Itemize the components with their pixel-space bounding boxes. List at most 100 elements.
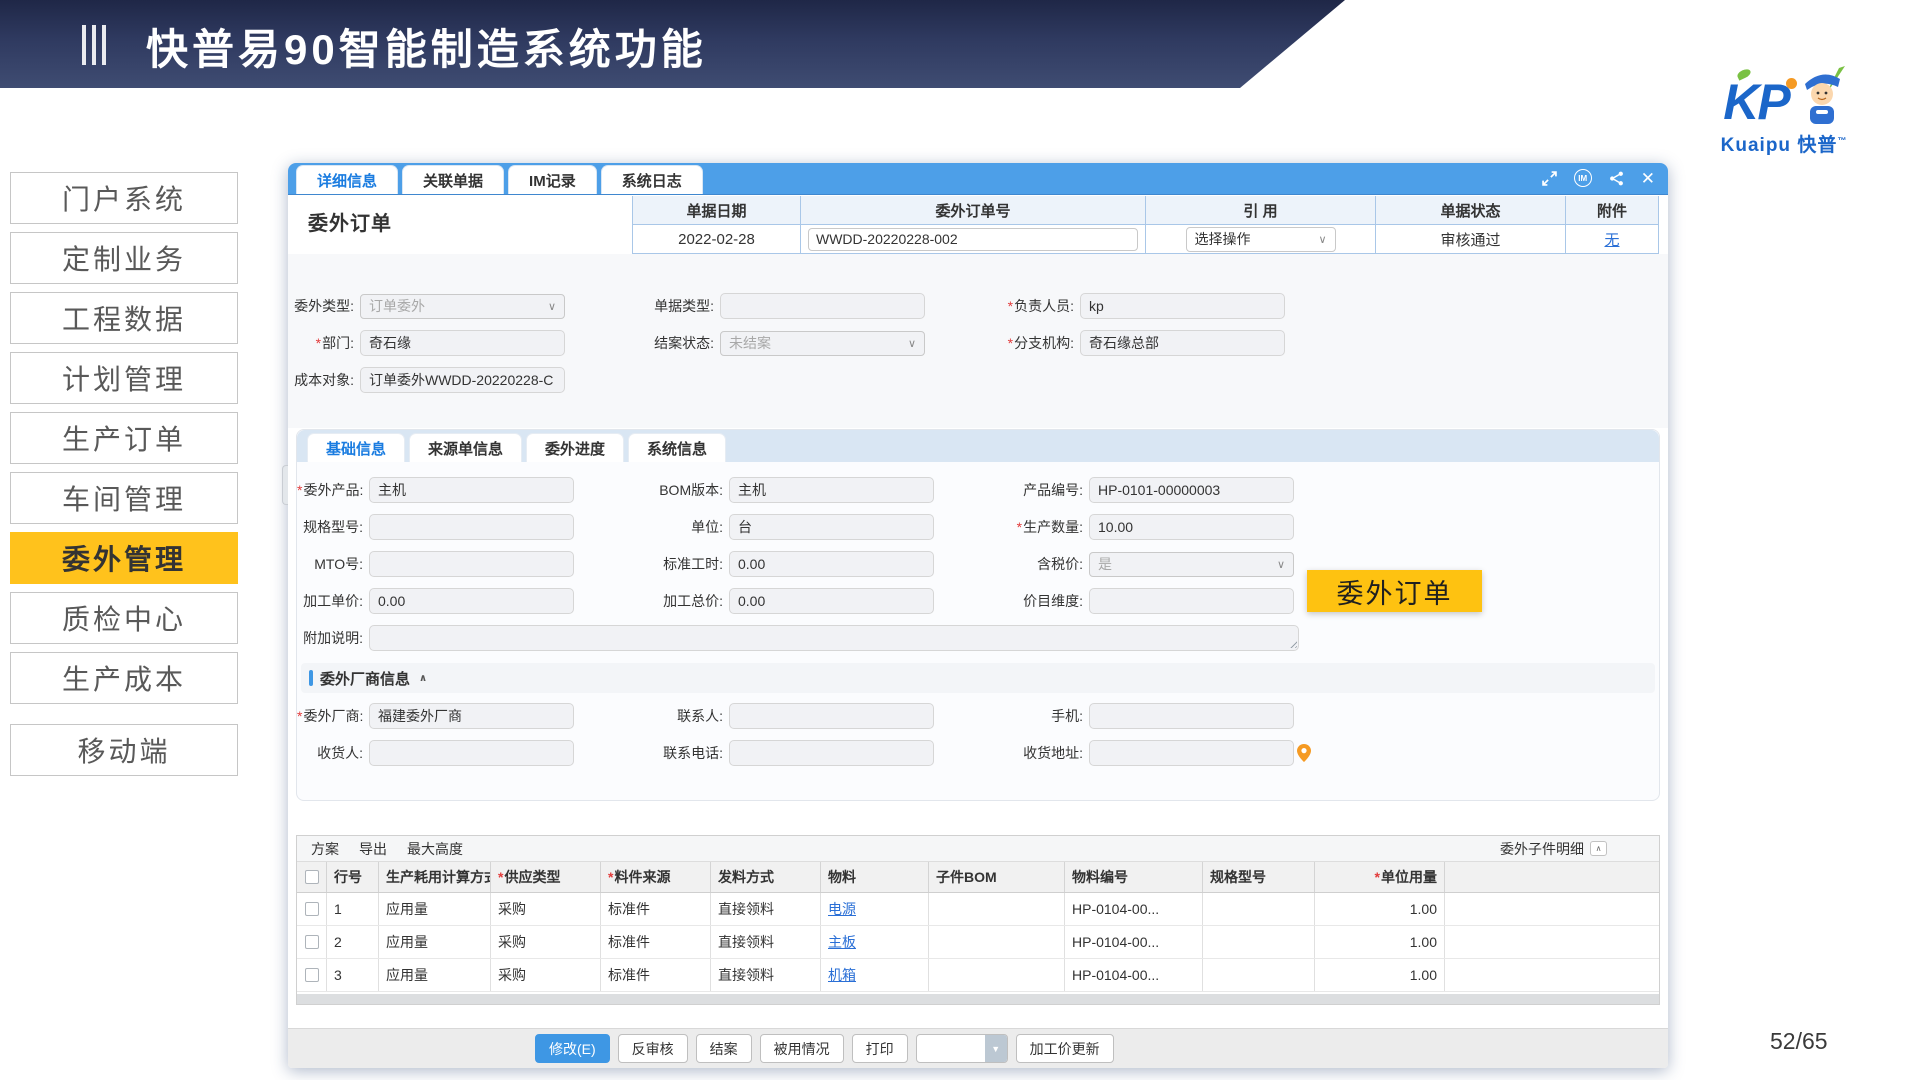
field-label: BOM版本: xyxy=(574,480,729,500)
grid-cell: 1.00 xyxy=(1315,926,1445,958)
detail-tab[interactable]: 基础信息 xyxy=(307,433,405,462)
grid-cell: 1.00 xyxy=(1315,893,1445,925)
field-select[interactable]: 未结案∨ xyxy=(720,331,925,356)
orange-dot-icon xyxy=(1786,78,1797,89)
field-input[interactable] xyxy=(729,588,934,614)
select-all-checkbox[interactable] xyxy=(305,870,319,884)
form-field: 单位: xyxy=(574,514,934,540)
field-input[interactable] xyxy=(360,367,565,393)
material-link[interactable]: 电源 xyxy=(828,899,856,919)
detail-tab[interactable]: 委外进度 xyxy=(526,433,624,462)
base-info-body: *委外产品:BOM版本:产品编号:规格型号:单位:*生产数量:MTO号:标准工时… xyxy=(297,462,1659,767)
field-input[interactable] xyxy=(1089,703,1294,729)
location-pin-icon[interactable] xyxy=(1297,744,1311,762)
window-tab[interactable]: 系统日志 xyxy=(601,165,703,194)
field-input[interactable] xyxy=(729,740,934,766)
field-input[interactable] xyxy=(369,551,574,577)
print-template-select[interactable]: ▼ xyxy=(916,1034,1008,1063)
action-button[interactable]: 打印 xyxy=(852,1034,908,1063)
fullscreen-icon[interactable] xyxy=(1542,171,1557,186)
header-column-label: 引 用 xyxy=(1146,196,1376,225)
field-input[interactable] xyxy=(1089,740,1294,766)
detail-tab[interactable]: 来源单信息 xyxy=(409,433,522,462)
attachment-link[interactable]: 无 xyxy=(1604,229,1619,250)
field-input[interactable] xyxy=(720,293,925,319)
collapse-grid-button[interactable]: ∧ xyxy=(1590,841,1607,856)
sidebar-item[interactable]: 生产成本 xyxy=(10,652,238,704)
grid-cell xyxy=(929,959,1065,991)
field-label: 联系人: xyxy=(574,706,729,726)
field-input[interactable] xyxy=(1080,330,1285,356)
action-button[interactable]: 被用情况 xyxy=(760,1034,844,1063)
action-button[interactable]: 反审核 xyxy=(618,1034,688,1063)
field-input[interactable] xyxy=(1089,477,1294,503)
form-field: 收货人: xyxy=(297,740,574,766)
field-input[interactable] xyxy=(1089,514,1294,540)
field-input[interactable] xyxy=(1080,293,1285,319)
sidebar-item[interactable]: 生产订单 xyxy=(10,412,238,464)
horizontal-scrollbar[interactable] xyxy=(297,994,1659,1004)
sidebar-item[interactable]: 门户系统 xyxy=(10,172,238,224)
grid-cell: 直接领料 xyxy=(711,926,821,958)
row-checkbox[interactable] xyxy=(305,902,319,916)
field-select[interactable]: 是∨ xyxy=(1089,552,1294,577)
reference-select[interactable]: 选择操作∨ xyxy=(1186,227,1336,252)
form-field: 规格型号: xyxy=(297,514,574,540)
sidebar-item[interactable]: 计划管理 xyxy=(10,352,238,404)
vendor-section-header[interactable]: 委外厂商信息 ∧ xyxy=(301,663,1655,693)
grid-cell: 应用量 xyxy=(379,926,491,958)
form-field: 附加说明: xyxy=(297,625,1299,651)
grid-cell xyxy=(1203,926,1315,958)
grid-cell: 直接领料 xyxy=(711,893,821,925)
sidebar-item[interactable]: 车间管理 xyxy=(10,472,238,524)
field-label: *委外产品: xyxy=(297,480,369,500)
field-input[interactable] xyxy=(729,514,934,540)
grid-cell: 标准件 xyxy=(601,959,711,991)
panel-handle[interactable] xyxy=(282,465,288,505)
close-icon[interactable]: ✕ xyxy=(1641,170,1655,187)
field-input[interactable] xyxy=(369,625,1299,651)
sidebar-item[interactable]: 定制业务 xyxy=(10,232,238,284)
share-icon[interactable] xyxy=(1609,171,1624,186)
sidebar: 门户系统定制业务工程数据计划管理生产订单车间管理委外管理质检中心生产成本移动端 xyxy=(10,172,238,776)
order-no-input[interactable] xyxy=(808,228,1138,251)
field-input[interactable] xyxy=(369,514,574,540)
row-checkbox[interactable] xyxy=(305,935,319,949)
grid-toolbar-button[interactable]: 最大高度 xyxy=(407,839,463,859)
action-button[interactable]: 加工价更新 xyxy=(1016,1034,1114,1063)
field-input[interactable] xyxy=(369,588,574,614)
action-button[interactable]: 结案 xyxy=(696,1034,752,1063)
field-label: 成本对象: xyxy=(288,370,360,390)
window-tab[interactable]: IM记录 xyxy=(508,165,597,194)
field-input[interactable] xyxy=(1089,588,1294,614)
sidebar-item[interactable]: 移动端 xyxy=(10,724,238,776)
sidebar-item[interactable]: 工程数据 xyxy=(10,292,238,344)
action-button[interactable]: 修改(E) xyxy=(535,1034,610,1063)
field-input[interactable] xyxy=(729,551,934,577)
sidebar-item[interactable]: 委外管理 xyxy=(10,532,238,584)
window-tab[interactable]: 关联单据 xyxy=(402,165,504,194)
field-label: 收货地址: xyxy=(934,743,1089,763)
field-label: 附加说明: xyxy=(297,628,369,648)
window-tab[interactable]: 详细信息 xyxy=(296,165,398,194)
im-icon[interactable]: IM xyxy=(1574,169,1592,187)
field-input[interactable] xyxy=(729,703,934,729)
grid-column-header: 物料 xyxy=(821,862,929,892)
field-input[interactable] xyxy=(369,477,574,503)
field-input[interactable] xyxy=(369,703,574,729)
field-select[interactable]: 订单委外∨ xyxy=(360,294,565,319)
form-field: *部门: xyxy=(288,330,565,356)
row-checkbox[interactable] xyxy=(305,968,319,982)
detail-tab[interactable]: 系统信息 xyxy=(628,433,726,462)
field-input[interactable] xyxy=(360,330,565,356)
sidebar-item[interactable]: 质检中心 xyxy=(10,592,238,644)
material-link[interactable]: 机箱 xyxy=(828,965,856,985)
grid-column-header: 规格型号 xyxy=(1203,862,1315,892)
field-input[interactable] xyxy=(369,740,574,766)
material-link[interactable]: 主板 xyxy=(828,932,856,952)
grid-toolbar-button[interactable]: 导出 xyxy=(359,839,387,859)
field-label: 加工单价: xyxy=(297,591,369,611)
grid-cell: HP-0104-00... xyxy=(1065,893,1203,925)
field-input[interactable] xyxy=(729,477,934,503)
grid-toolbar-button[interactable]: 方案 xyxy=(311,839,339,859)
